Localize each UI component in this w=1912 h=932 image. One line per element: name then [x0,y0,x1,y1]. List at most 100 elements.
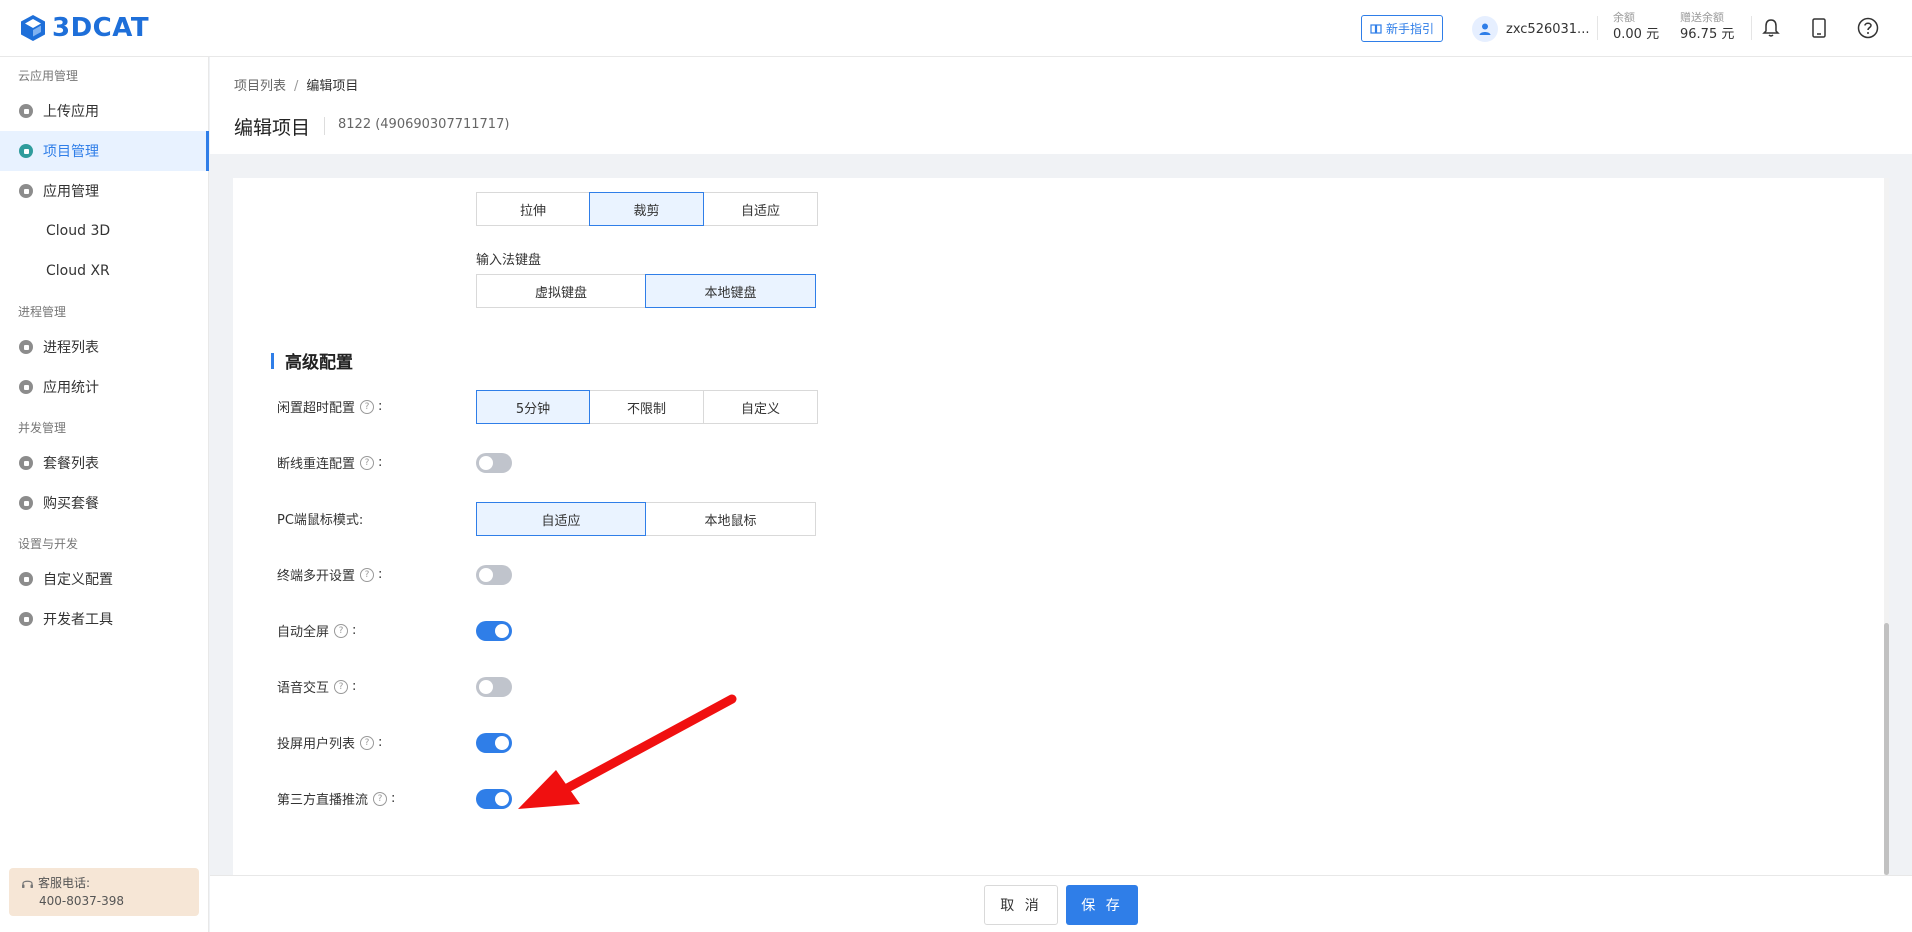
tablet-icon[interactable] [1807,16,1831,40]
cube-logo-icon [21,15,45,41]
pc-mouse-label: PC端鼠标模式: [277,513,364,528]
guide-button[interactable]: 新手指引 [1361,15,1443,42]
scrollbar[interactable] [1884,178,1889,875]
settings-icon [19,572,33,586]
field-label: 第三方直播推流 [277,793,369,808]
help-icon[interactable]: ? [360,399,375,414]
help-icon[interactable] [1856,16,1880,40]
balance-value: 0.00 元 [1613,27,1660,42]
sidebar-item-label: Cloud XR [46,263,110,279]
apps-icon [19,184,33,198]
third-party-stream-toggle[interactable] [476,789,512,809]
divider [324,117,325,135]
colon: : [378,735,383,750]
sidebar-item-cloud-xr[interactable]: Cloud XR [0,251,209,291]
sidebar-item-app-management[interactable]: 应用管理 [0,171,209,211]
sidebar-item-label: 购买套餐 [43,496,99,512]
multi-open-toggle[interactable] [476,565,512,585]
field-label: 终端多开设置 [277,569,356,584]
sidebar-section-title: 并发管理 [18,421,67,435]
breadcrumb: 项目列表 / 编辑项目 [234,75,358,94]
option-stretch[interactable]: 拉伸 [476,192,590,226]
colon: : [378,567,383,582]
pc-mouse-selector: 自适应 本地鼠标 [476,502,816,536]
option-unlimited[interactable]: 不限制 [589,390,704,424]
option-adaptive[interactable]: 自适应 [703,192,818,226]
sidebar-item-process-list[interactable]: 进程列表 [0,327,209,367]
footer-bar: 取 消 保 存 [210,875,1912,932]
logo-text: 3DCAT [52,13,150,43]
scrollbar-thumb[interactable] [1884,623,1889,875]
breadcrumb-item-project-list[interactable]: 项目列表 [234,79,286,94]
book-icon [1370,23,1382,34]
top-bar: 3DCAT 新手指引 zxc526031... 余额 0.00 元 赠送余额 9… [0,0,1912,57]
colon: : [378,455,383,470]
sidebar-item-label: 上传应用 [43,104,99,120]
logo[interactable]: 3DCAT [20,13,149,43]
help-icon[interactable]: ? [360,567,375,582]
keyboard-label: 输入法键盘 [476,253,542,268]
clock-icon [19,340,33,354]
sidebar-item-package-list[interactable]: 套餐列表 [0,443,209,483]
breadcrumb-separator: / [294,79,299,94]
auto-fullscreen-toggle[interactable] [476,621,512,641]
sidebar-item-label: 开发者工具 [43,612,113,628]
user-menu[interactable]: zxc526031... [1472,15,1589,43]
option-mouse-adaptive[interactable]: 自适应 [476,502,646,536]
divider [1597,16,1598,40]
project-id: 8122 (490690307711717) [338,117,510,132]
sidebar-item-label: 应用管理 [43,184,99,200]
sidebar-item-upload-app[interactable]: 上传应用 [0,91,209,131]
gift-balance: 赠送余额 96.75 元 [1680,10,1734,44]
balance: 余额 0.00 元 [1613,10,1659,44]
reconnect-toggle[interactable] [476,453,512,473]
form-card: 拉伸 裁剪 自适应 输入法键盘 虚拟键盘 本地键盘 高级配置 闲置超时配置 ? … [233,178,1887,875]
customer-service[interactable]: 客服电话: 400-8037-398 [9,868,199,916]
third-party-stream-label: 第三方直播推流 ? : [277,789,395,808]
help-icon[interactable]: ? [360,735,375,750]
sidebar-item-buy-package[interactable]: 购买套餐 [0,483,209,523]
colon: : [352,679,357,694]
option-local-keyboard[interactable]: 本地键盘 [645,274,816,308]
help-icon[interactable]: ? [334,623,349,638]
sidebar-item-label: 项目管理 [43,144,99,160]
cancel-button[interactable]: 取 消 [984,885,1058,925]
upload-icon [19,104,33,118]
option-crop[interactable]: 裁剪 [589,192,704,226]
bell-icon[interactable] [1759,16,1783,40]
keyboard-selector: 虚拟键盘 本地键盘 [476,274,816,308]
sidebar-section-title: 设置与开发 [18,537,79,551]
help-icon[interactable]: ? [360,455,375,470]
display-mode-selector: 拉伸 裁剪 自适应 [476,192,818,226]
multi-open-label: 终端多开设置 ? : [277,565,382,584]
option-virtual-keyboard[interactable]: 虚拟键盘 [476,274,646,308]
idle-timeout-label: 闲置超时配置 ? : [277,397,382,416]
colon: : [378,399,383,414]
sidebar: 云应用管理 上传应用 项目管理 应用管理 Cloud 3D Cloud XR 进… [0,57,209,932]
service-label: 客服电话: [38,876,91,890]
sidebar-item-custom-config[interactable]: 自定义配置 [0,559,209,599]
sidebar-item-developer-tools[interactable]: 开发者工具 [0,599,209,639]
section-accent-bar [271,352,274,369]
auto-fullscreen-label: 自动全屏 ? : [277,621,356,640]
tools-icon [19,612,33,626]
option-local-mouse[interactable]: 本地鼠标 [645,502,816,536]
headset-icon [22,880,33,888]
sidebar-item-project-management[interactable]: 项目管理 [0,131,209,171]
option-custom[interactable]: 自定义 [703,390,818,424]
option-5-minutes[interactable]: 5分钟 [476,390,590,424]
field-label: 断线重连配置 [277,457,356,472]
sidebar-item-label: 套餐列表 [43,456,99,472]
voice-interaction-toggle[interactable] [476,677,512,697]
sidebar-item-app-statistics[interactable]: 应用统计 [0,367,209,407]
sidebar-item-label: 进程列表 [43,340,99,356]
sidebar-item-cloud-3d[interactable]: Cloud 3D [0,211,209,251]
sidebar-section-title: 进程管理 [18,305,67,319]
help-icon[interactable]: ? [334,679,349,694]
cast-user-list-toggle[interactable] [476,733,512,753]
help-icon[interactable]: ? [373,791,388,806]
cart-icon [19,496,33,510]
save-button[interactable]: 保 存 [1066,885,1138,925]
gift-balance-label: 赠送余额 [1680,11,1724,24]
breadcrumb-item-current: 编辑项目 [306,79,359,94]
